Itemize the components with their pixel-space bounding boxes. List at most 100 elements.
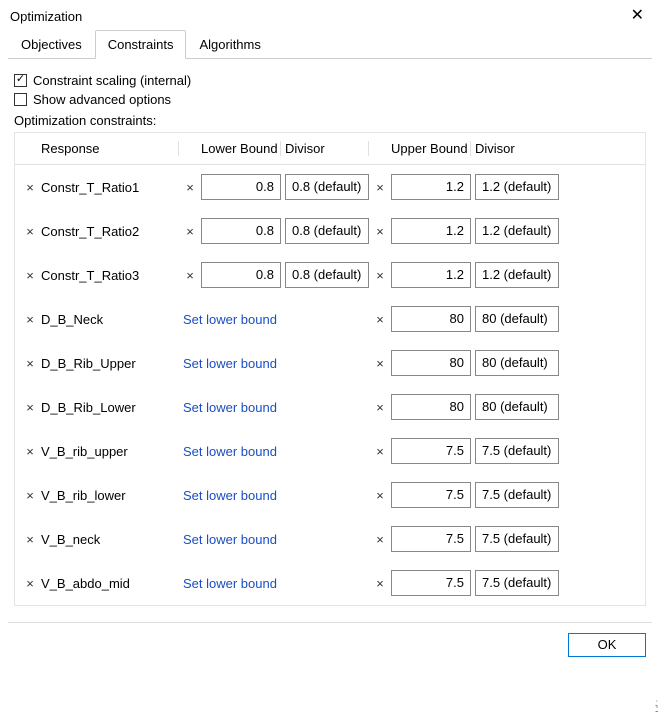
upper-bound-input[interactable]: 80	[391, 306, 471, 332]
table-row: × Constr_T_Ratio3 × 0.80.8 (default) × 1.21.2…	[15, 253, 645, 297]
advanced-options-label: Show advanced options	[33, 92, 171, 107]
upper-bound-input[interactable]: 7.5	[391, 526, 471, 552]
advanced-options-row: Show advanced options	[14, 92, 646, 107]
remove-row-icon[interactable]: ×	[23, 488, 37, 503]
tab-constraints[interactable]: Constraints	[95, 30, 187, 59]
constraint-scaling-label: Constraint scaling (internal)	[33, 73, 191, 88]
clear-lower-icon[interactable]: ×	[183, 180, 197, 195]
set-lower-bound-link[interactable]: Set lower bound	[183, 356, 277, 371]
close-icon[interactable]: ✕	[627, 8, 648, 24]
ok-button[interactable]: OK	[568, 633, 646, 657]
response-name: D_B_Rib_Lower	[41, 400, 179, 415]
clear-upper-icon[interactable]: ×	[373, 488, 387, 503]
remove-row-icon[interactable]: ×	[23, 356, 37, 371]
table-row: × V_B_neck Set lower bound × 7.57.5 (default…	[15, 517, 645, 561]
clear-upper-icon[interactable]: ×	[373, 356, 387, 371]
header-divisor-lower: Divisor	[285, 141, 369, 156]
response-name: V_B_neck	[41, 532, 179, 547]
clear-upper-icon[interactable]: ×	[373, 180, 387, 195]
lower-bound-input[interactable]: 0.8	[201, 174, 281, 200]
header-response: Response	[41, 141, 179, 156]
table-row: × Constr_T_Ratio2 × 0.80.8 (default) × 1.21.2…	[15, 209, 645, 253]
clear-lower-icon[interactable]: ×	[183, 224, 197, 239]
table-row: × D_B_Rib_Upper Set lower bound × 8080 (defa…	[15, 341, 645, 385]
clear-upper-icon[interactable]: ×	[373, 312, 387, 327]
footer: OK	[0, 623, 660, 667]
upper-divisor-input[interactable]: 7.5 (default)	[475, 570, 559, 596]
remove-row-icon[interactable]: ×	[23, 268, 37, 283]
remove-row-icon[interactable]: ×	[23, 444, 37, 459]
remove-row-icon[interactable]: ×	[23, 576, 37, 591]
header-upper-bound: Upper Bound	[391, 141, 471, 156]
resize-grip-icon[interactable]: .:.::	[655, 701, 657, 713]
constraints-panel: Constraint scaling (internal) Show advan…	[0, 59, 660, 614]
upper-bound-input[interactable]: 7.5	[391, 482, 471, 508]
lower-bound-input[interactable]: 0.8	[201, 218, 281, 244]
titlebar: Optimization ✕	[0, 0, 660, 30]
table-row: × V_B_rib_upper Set lower bound × 7.57.5 (de…	[15, 429, 645, 473]
constraints-table: Response Lower Bound Divisor Upper Bound…	[14, 132, 646, 606]
upper-divisor-input[interactable]: 7.5 (default)	[475, 482, 559, 508]
set-lower-bound-link[interactable]: Set lower bound	[183, 532, 277, 547]
clear-upper-icon[interactable]: ×	[373, 444, 387, 459]
clear-lower-icon[interactable]: ×	[183, 268, 197, 283]
lower-bound-input[interactable]: 0.8	[201, 262, 281, 288]
upper-divisor-input[interactable]: 80 (default)	[475, 394, 559, 420]
header-divisor-upper: Divisor	[475, 141, 559, 156]
table-row: × V_B_abdo_mid Set lower bound × 7.57.5 (def…	[15, 561, 645, 605]
clear-upper-icon[interactable]: ×	[373, 224, 387, 239]
set-lower-bound-link[interactable]: Set lower bound	[183, 576, 277, 591]
advanced-options-checkbox[interactable]	[14, 93, 27, 106]
upper-bound-input[interactable]: 80	[391, 350, 471, 376]
upper-bound-input[interactable]: 7.5	[391, 570, 471, 596]
response-name: Constr_T_Ratio2	[41, 224, 179, 239]
response-name: V_B_abdo_mid	[41, 576, 179, 591]
upper-bound-input[interactable]: 1.2	[391, 218, 471, 244]
remove-row-icon[interactable]: ×	[23, 224, 37, 239]
set-lower-bound-link[interactable]: Set lower bound	[183, 312, 277, 327]
upper-bound-input[interactable]: 80	[391, 394, 471, 420]
header-lower-bound: Lower Bound	[201, 141, 281, 156]
clear-upper-icon[interactable]: ×	[373, 576, 387, 591]
response-name: D_B_Rib_Upper	[41, 356, 179, 371]
set-lower-bound-link[interactable]: Set lower bound	[183, 444, 277, 459]
lower-divisor-input[interactable]: 0.8 (default)	[285, 262, 369, 288]
response-name: V_B_rib_upper	[41, 444, 179, 459]
response-name: V_B_rib_lower	[41, 488, 179, 503]
set-lower-bound-link[interactable]: Set lower bound	[183, 400, 277, 415]
table-header-row: Response Lower Bound Divisor Upper Bound…	[15, 133, 645, 165]
clear-upper-icon[interactable]: ×	[373, 400, 387, 415]
remove-row-icon[interactable]: ×	[23, 180, 37, 195]
upper-divisor-input[interactable]: 1.2 (default)	[475, 262, 559, 288]
response-name: Constr_T_Ratio3	[41, 268, 179, 283]
upper-bound-input[interactable]: 1.2	[391, 262, 471, 288]
table-row: × D_B_Neck Set lower bound × 8080 (default)	[15, 297, 645, 341]
response-name: D_B_Neck	[41, 312, 179, 327]
upper-divisor-input[interactable]: 80 (default)	[475, 306, 559, 332]
remove-row-icon[interactable]: ×	[23, 532, 37, 547]
upper-divisor-input[interactable]: 80 (default)	[475, 350, 559, 376]
constraint-scaling-row: Constraint scaling (internal)	[14, 73, 646, 88]
remove-row-icon[interactable]: ×	[23, 312, 37, 327]
table-row: × Constr_T_Ratio1 × 0.80.8 (default) × 1.21.2…	[15, 165, 645, 209]
remove-row-icon[interactable]: ×	[23, 400, 37, 415]
lower-divisor-input[interactable]: 0.8 (default)	[285, 174, 369, 200]
tab-algorithms[interactable]: Algorithms	[186, 30, 273, 59]
response-name: Constr_T_Ratio1	[41, 180, 179, 195]
tab-objectives[interactable]: Objectives	[8, 30, 95, 59]
upper-bound-input[interactable]: 7.5	[391, 438, 471, 464]
constraint-scaling-checkbox[interactable]	[14, 74, 27, 87]
clear-upper-icon[interactable]: ×	[373, 268, 387, 283]
upper-divisor-input[interactable]: 1.2 (default)	[475, 218, 559, 244]
table-row: × V_B_rib_lower Set lower bound × 7.57.5 (de…	[15, 473, 645, 517]
set-lower-bound-link[interactable]: Set lower bound	[183, 488, 277, 503]
constraints-section-label: Optimization constraints:	[14, 113, 646, 128]
clear-upper-icon[interactable]: ×	[373, 532, 387, 547]
lower-divisor-input[interactable]: 0.8 (default)	[285, 218, 369, 244]
tab-bar: Objectives Constraints Algorithms	[8, 30, 652, 59]
upper-divisor-input[interactable]: 7.5 (default)	[475, 438, 559, 464]
upper-bound-input[interactable]: 1.2	[391, 174, 471, 200]
upper-divisor-input[interactable]: 7.5 (default)	[475, 526, 559, 552]
window-title: Optimization	[10, 9, 82, 24]
upper-divisor-input[interactable]: 1.2 (default)	[475, 174, 559, 200]
